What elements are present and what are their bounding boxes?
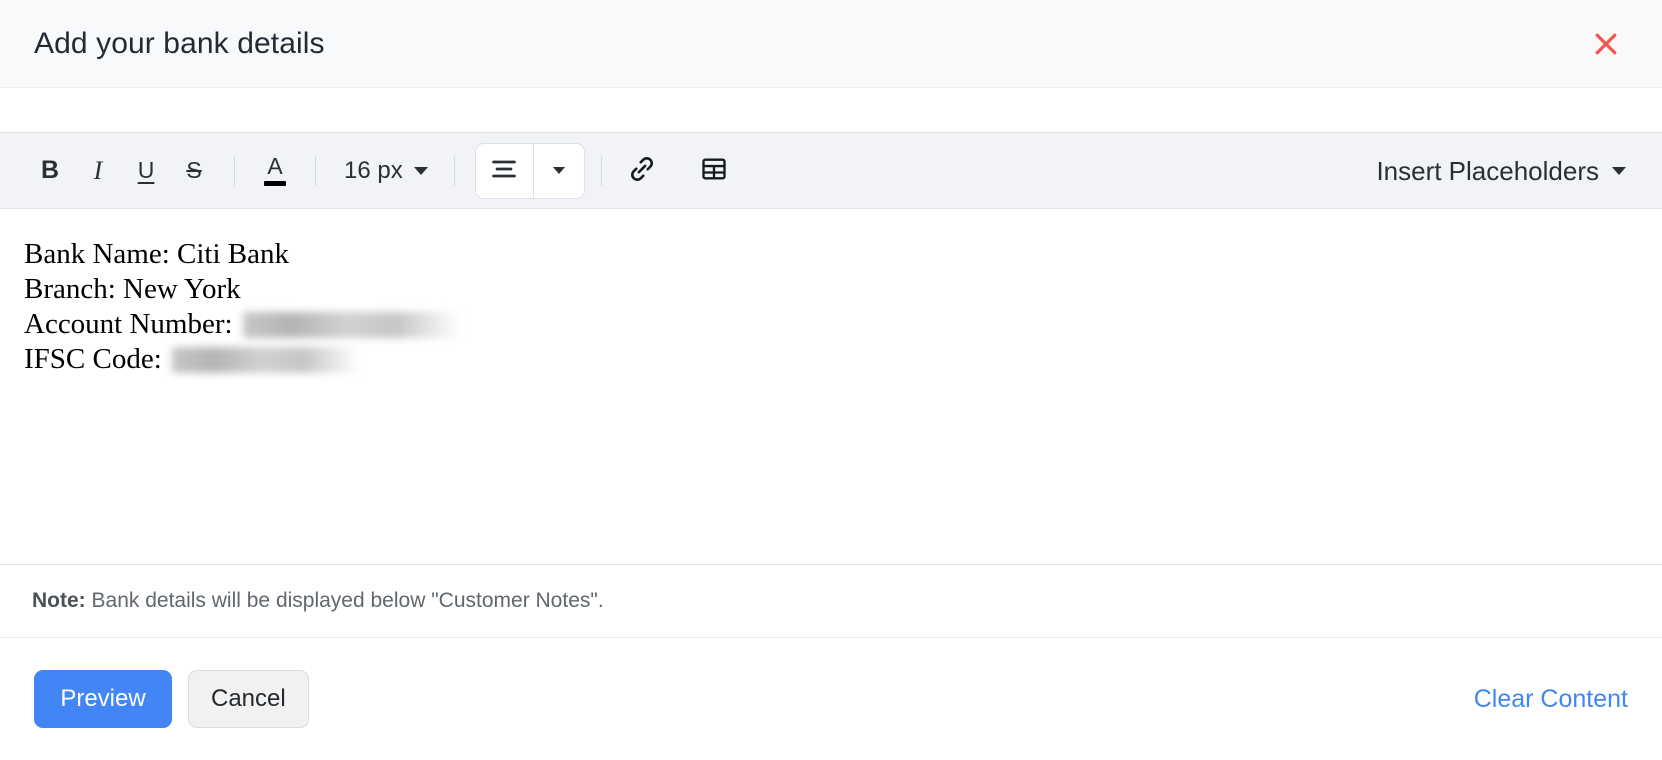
strikethrough-label: S xyxy=(186,157,202,183)
insert-link-button[interactable] xyxy=(618,147,666,195)
editor-line-text: Bank Name: Citi Bank xyxy=(24,238,289,270)
underline-button[interactable]: U xyxy=(122,147,170,195)
bank-details-dialog: Add your bank details B I U S A 16 px In… xyxy=(0,0,1662,760)
underline-label: U xyxy=(137,157,155,183)
editor-line: Branch: New York xyxy=(24,272,1634,307)
bold-label: B xyxy=(40,156,60,184)
align-left-icon xyxy=(490,158,518,183)
editor-line-text: IFSC Code: xyxy=(24,343,162,375)
toolbar-divider xyxy=(315,155,316,186)
close-button[interactable] xyxy=(1584,22,1628,66)
note-prefix: Note: xyxy=(32,589,86,613)
italic-label: I xyxy=(93,155,103,185)
table-icon xyxy=(700,155,728,186)
font-size-dropdown[interactable]: 16 px xyxy=(332,153,438,189)
toolbar-divider xyxy=(234,155,235,186)
footer-actions: Preview Cancel xyxy=(34,670,309,728)
align-options-button[interactable] xyxy=(533,143,584,198)
text-color-label: A xyxy=(267,153,283,179)
font-size-value: 16 px xyxy=(344,156,403,184)
editor-line-text: Account Number: xyxy=(24,308,233,340)
strikethrough-button[interactable]: S xyxy=(170,147,218,195)
text-color-swatch xyxy=(264,181,286,186)
editor-toolbar: B I U S A 16 px Insert Placeholders xyxy=(0,133,1662,209)
insert-table-button[interactable] xyxy=(690,147,738,195)
toolbar-divider xyxy=(600,155,602,186)
chevron-down-icon xyxy=(552,167,565,174)
text-color-button[interactable]: A xyxy=(251,147,299,195)
italic-button[interactable]: I xyxy=(74,147,122,195)
editor-line: Bank Name: Citi Bank xyxy=(24,237,1634,272)
editor-line-text: Branch: New York xyxy=(24,273,241,305)
toolbar-right-group: Insert Placeholders xyxy=(1372,152,1630,190)
chevron-down-icon xyxy=(413,166,428,175)
dialog-header: Add your bank details xyxy=(0,0,1662,88)
note-bar: Note: Bank details will be displayed bel… xyxy=(0,564,1662,638)
editor-line: IFSC Code: xyxy=(24,342,1634,377)
insert-placeholders-label: Insert Placeholders xyxy=(1376,155,1599,186)
header-spacer xyxy=(0,88,1662,133)
align-left-button[interactable] xyxy=(475,143,534,198)
cancel-button[interactable]: Cancel xyxy=(188,670,309,728)
toolbar-divider xyxy=(453,155,455,186)
editor-line: Account Number: xyxy=(24,307,1634,342)
dialog-footer: Preview Cancel Clear Content xyxy=(0,638,1662,760)
toolbar-left-group: B I U S A 16 px xyxy=(26,142,1372,199)
page-title: Add your bank details xyxy=(34,26,325,60)
chevron-down-icon xyxy=(1612,166,1626,175)
preview-button[interactable]: Preview xyxy=(34,670,172,728)
rich-text-editor[interactable]: Bank Name: Citi Bank Branch: New York Ac… xyxy=(0,209,1662,564)
bold-button[interactable]: B xyxy=(26,147,74,195)
insert-placeholders-dropdown[interactable]: Insert Placeholders xyxy=(1372,152,1630,190)
redacted-account-number xyxy=(242,311,461,338)
clear-content-button[interactable]: Clear Content xyxy=(1472,679,1630,720)
close-icon xyxy=(1591,29,1621,59)
note-text: Note: Bank details will be displayed bel… xyxy=(32,587,604,614)
link-icon xyxy=(627,154,657,187)
redacted-ifsc-code xyxy=(171,346,360,373)
note-body: Bank details will be displayed below "Cu… xyxy=(91,589,604,613)
align-button-group xyxy=(474,142,585,199)
